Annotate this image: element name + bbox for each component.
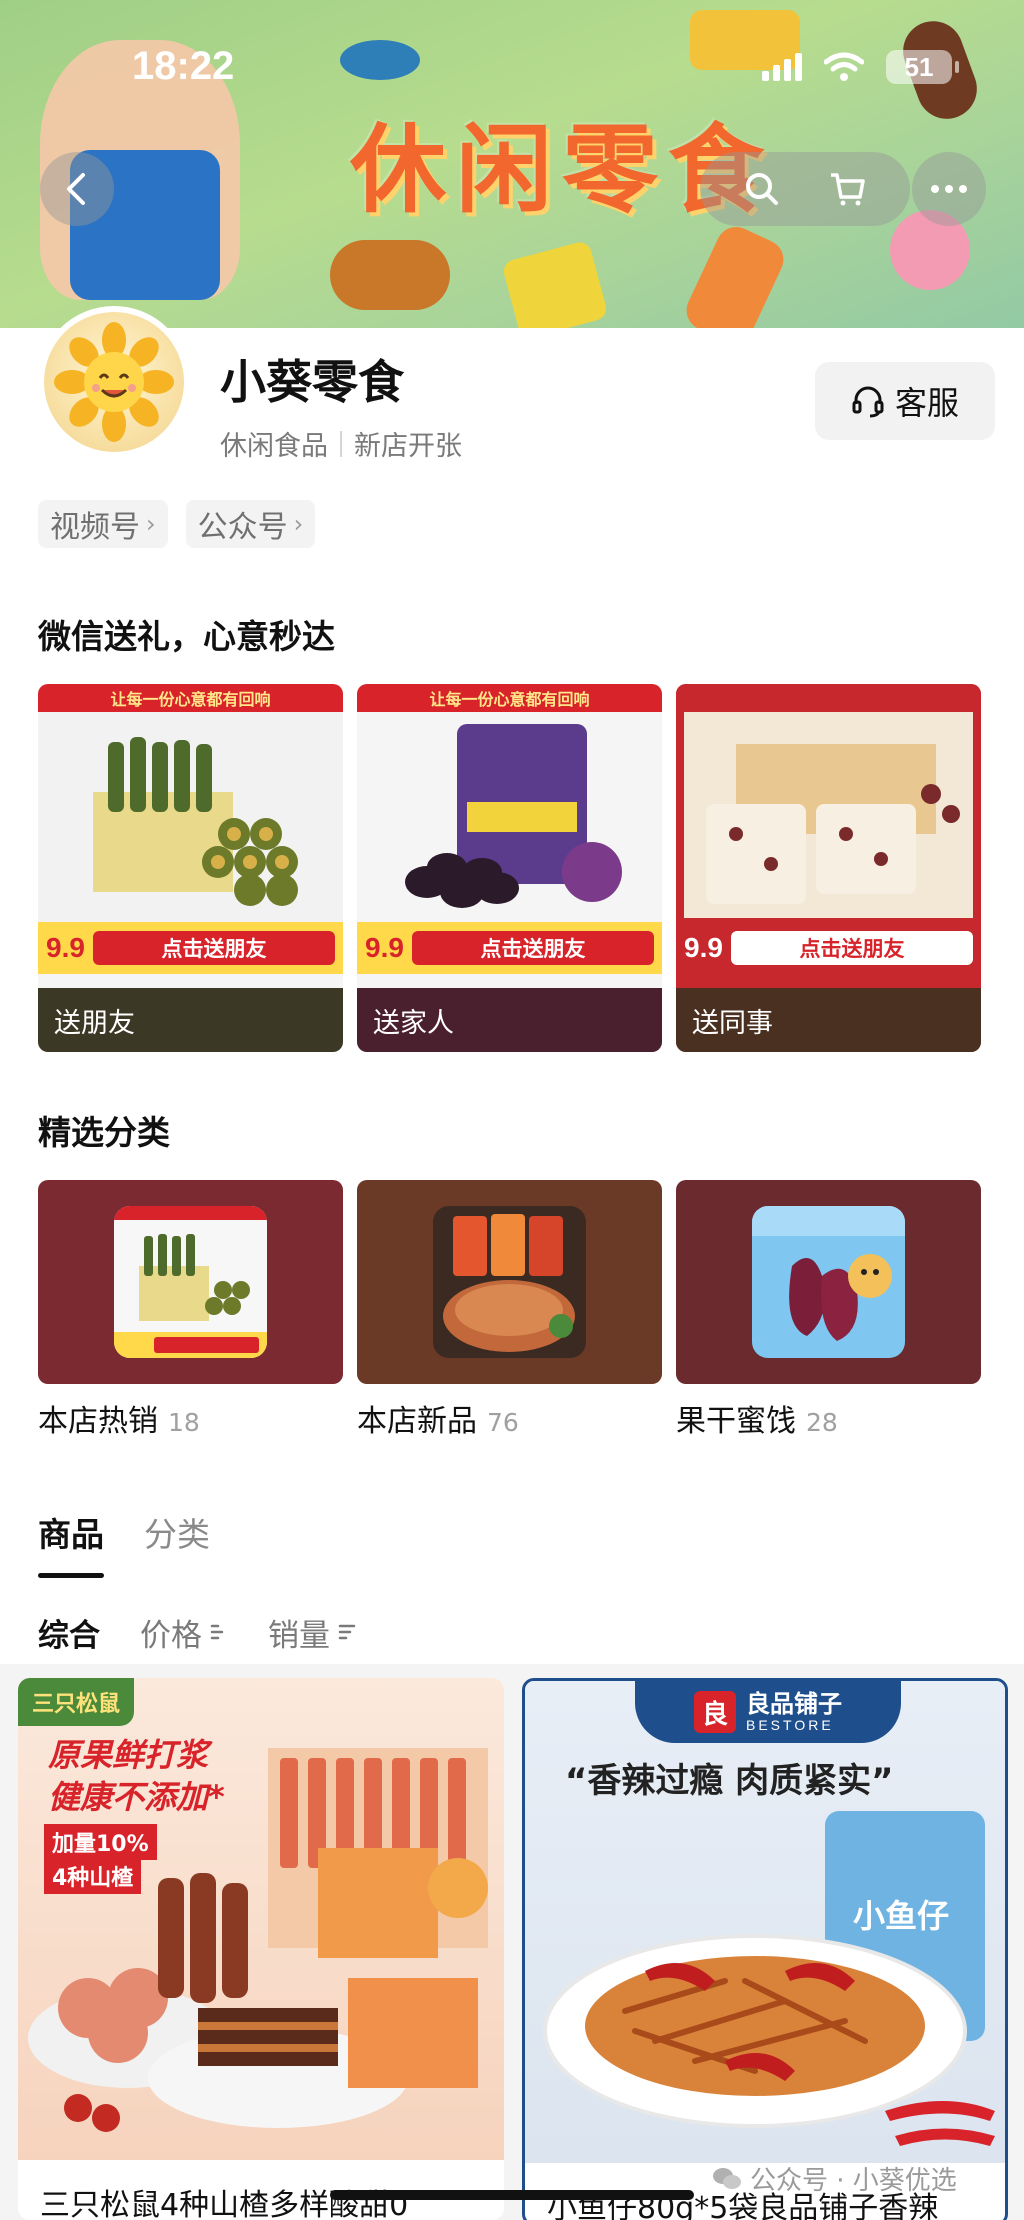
- video-channel-link[interactable]: 视频号 ›: [38, 500, 168, 548]
- category-card-dried-fruit[interactable]: [676, 1180, 981, 1384]
- spicy-fish-image: [543, 1934, 995, 2146]
- category-label-new[interactable]: 本店新品 76: [357, 1396, 519, 1440]
- sort-overall[interactable]: 综合: [38, 1610, 100, 1655]
- category-label-dried-fruit[interactable]: 果干蜜饯 28: [676, 1396, 838, 1440]
- sunflower-logo: [44, 312, 184, 452]
- store-name: 小葵零食: [220, 355, 404, 409]
- store-tags: 休闲食品 新店开张: [220, 424, 462, 463]
- back-button[interactable]: [40, 152, 114, 226]
- banner-decoration: [680, 220, 790, 328]
- video-channel-label: 视频号: [50, 510, 140, 545]
- hawthorn-snack-image: [28, 1748, 488, 2132]
- sunflower-icon: [54, 322, 174, 442]
- sort-sales-label: 销量: [268, 1617, 330, 1654]
- header-actions: [700, 152, 910, 226]
- product-image: 良 良品铺子 BESTORE “香辣过瘾 肉质紧实” 小鱼仔: [525, 1681, 1005, 2163]
- store-avatar[interactable]: [38, 306, 190, 458]
- price-strip: 9.9 点击送朋友: [38, 922, 343, 974]
- watermark: 公众号 · 小葵优选: [712, 2160, 957, 2197]
- dried-prune-product-image: [357, 712, 662, 922]
- category-count: 76: [487, 1408, 519, 1437]
- sort-bar: 综合 价格 销量: [0, 1600, 1024, 1664]
- sort-price[interactable]: 价格: [140, 1610, 228, 1655]
- wifi-icon: [824, 52, 864, 81]
- home-indicator[interactable]: [330, 2190, 694, 2200]
- more-button[interactable]: [912, 152, 986, 226]
- watermark-text: 公众号 · 小葵优选: [750, 2166, 957, 2196]
- gift-section-title: 微信送礼，心意秒达: [38, 617, 335, 656]
- banner-decoration: [330, 240, 450, 310]
- banner-decoration: [340, 40, 420, 80]
- status-time: 18:22: [132, 44, 235, 88]
- official-account-label: 公众号: [197, 510, 288, 545]
- gift-price: 9.9: [684, 932, 723, 963]
- tab-products[interactable]: 商品: [38, 1508, 104, 1578]
- search-icon[interactable]: [744, 171, 780, 207]
- send-to-friend-tag[interactable]: 点击送朋友: [411, 931, 654, 965]
- customer-service-label: 客服: [894, 384, 959, 422]
- category-name: 果干蜜饯: [676, 1404, 796, 1439]
- price-strip: 9.9 点击送朋友: [676, 922, 981, 974]
- category-card-hot[interactable]: [38, 1180, 343, 1384]
- sort-price-label: 价格: [140, 1617, 202, 1654]
- status-indicators: 51: [762, 50, 959, 84]
- product-card[interactable]: 良 良品铺子 BESTORE “香辣过瘾 肉质紧实” 小鱼仔 小鱼仔80g*5袋…: [522, 1678, 1008, 2220]
- sort-overall-label: 综合: [38, 1617, 100, 1654]
- sort-icon: [210, 1624, 224, 1640]
- category-name: 本店热销: [38, 1404, 158, 1439]
- gift-card-family[interactable]: 让每一份心意都有回响 9.9 点击送朋友 送家人: [357, 684, 662, 1052]
- seaweed-roll-product-image: [38, 712, 343, 922]
- gift-caption: 送同事: [676, 988, 981, 1052]
- sort-icon: [338, 1624, 356, 1640]
- category-cards: [38, 1180, 981, 1384]
- gift-price: 9.9: [46, 932, 85, 963]
- battery-icon: 51: [886, 50, 959, 84]
- gift-caption: 送家人: [357, 988, 662, 1052]
- chevron-right-icon: ›: [146, 510, 156, 538]
- gift-card-colleague[interactable]: 9.9 点击送朋友 送同事: [676, 684, 981, 1052]
- gift-banner-text: 让每一份心意都有回响: [38, 684, 343, 712]
- wechat-icon: [713, 2167, 741, 2189]
- headset-icon: [852, 386, 884, 418]
- category-section-title: 精选分类: [38, 1113, 170, 1152]
- product-image: 三只松鼠 原果鲜打浆 健康不添加* 加量10% 4种山楂: [18, 1678, 504, 2160]
- banner-decoration: [501, 239, 609, 328]
- category-card-new[interactable]: [357, 1180, 662, 1384]
- divider: [340, 430, 342, 457]
- chevron-right-icon: ›: [293, 510, 304, 538]
- store-banner: 休闲零食 18:22 51: [0, 0, 1024, 328]
- account-links: 视频号 › 公众号 ›: [38, 500, 316, 548]
- category-name: 本店新品: [357, 1404, 477, 1439]
- customer-service-button[interactable]: 客服: [815, 362, 995, 440]
- gift-card-friend[interactable]: 让每一份心意都有回响 9.9 点击送朋友 送朋友: [38, 684, 343, 1052]
- product-card[interactable]: 三只松鼠 原果鲜打浆 健康不添加* 加量10% 4种山楂 三只松鼠4种山楂多样酸…: [18, 1678, 504, 2220]
- gift-caption: 送朋友: [38, 988, 343, 1052]
- send-to-friend-tag[interactable]: 点击送朋友: [730, 931, 973, 965]
- gift-cards: 让每一份心意都有回响 9.9 点击送朋友 送朋友 让每一份心意都有回响 9.9 …: [38, 684, 981, 1052]
- nougat-product-image: [676, 684, 981, 922]
- hot-sellers-image: [114, 1206, 267, 1358]
- cart-icon[interactable]: [828, 171, 866, 207]
- more-icon: [931, 185, 967, 193]
- chevron-left-icon: [67, 173, 85, 205]
- content-tabs: 商品 分类: [38, 1508, 210, 1578]
- store-status-tag: 新店开张: [354, 431, 462, 462]
- category-count: 28: [806, 1408, 838, 1437]
- category-count: 18: [168, 1408, 200, 1437]
- signal-icon: [762, 53, 802, 81]
- gift-price: 9.9: [365, 932, 404, 963]
- category-label-hot[interactable]: 本店热销 18: [38, 1396, 200, 1440]
- send-to-friend-tag[interactable]: 点击送朋友: [92, 931, 335, 965]
- price-strip: 9.9 点击送朋友: [357, 922, 662, 974]
- store-category-tag: 休闲食品: [220, 431, 328, 462]
- new-arrivals-image: [433, 1206, 586, 1358]
- tab-categories[interactable]: 分类: [144, 1508, 210, 1578]
- gift-banner-text: 让每一份心意都有回响: [357, 684, 662, 712]
- dried-fruit-image: [752, 1206, 905, 1358]
- official-account-link[interactable]: 公众号 ›: [185, 500, 316, 548]
- sort-sales[interactable]: 销量: [268, 1610, 356, 1655]
